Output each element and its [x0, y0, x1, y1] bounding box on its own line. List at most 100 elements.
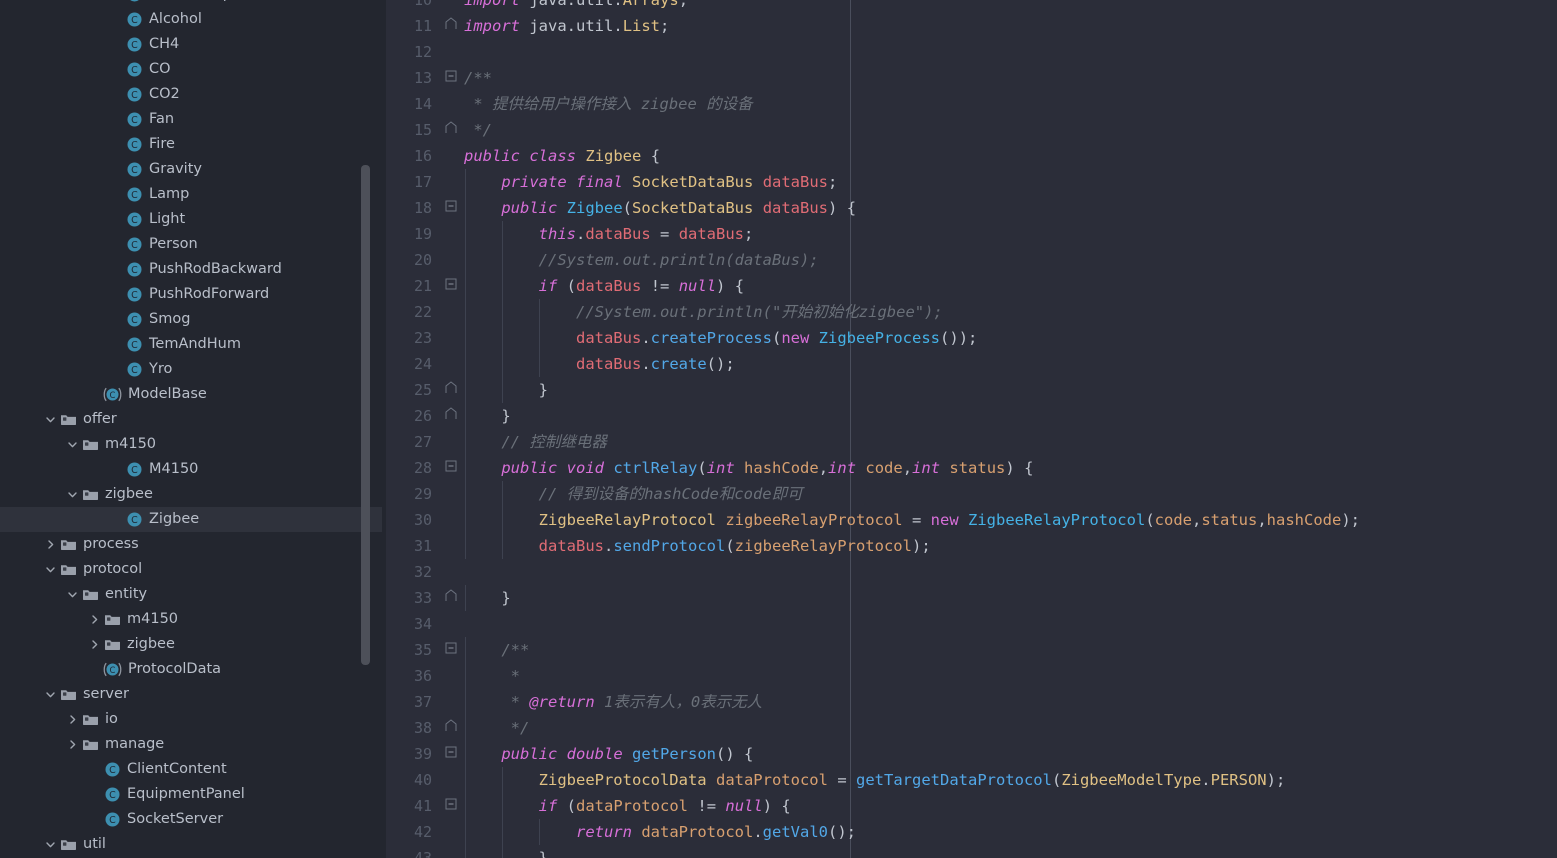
chevron-down-icon[interactable] — [44, 688, 57, 701]
sidebar-scrollbar-track[interactable] — [361, 0, 378, 858]
chevron-down-icon[interactable] — [66, 438, 79, 451]
code-line[interactable]: 21 if (dataBus != null) { — [386, 273, 1557, 299]
chevron-down-icon[interactable] — [44, 413, 57, 426]
tree-item-zigbee[interactable]: zigbee — [0, 482, 386, 507]
code-line[interactable]: 43 } — [386, 845, 1557, 858]
chevron-down-icon[interactable] — [44, 563, 57, 576]
fold-collapse-icon[interactable] — [444, 65, 462, 91]
code-line[interactable]: 17 private final SocketDataBus dataBus; — [386, 169, 1557, 195]
tree-item-zigbee[interactable]: C Zigbee — [0, 507, 386, 532]
code-line[interactable]: 15 */ — [386, 117, 1557, 143]
code-line[interactable]: 39 public double getPerson() { — [386, 741, 1557, 767]
chevron-down-icon[interactable] — [66, 588, 79, 601]
code-line[interactable]: 13 /** — [386, 65, 1557, 91]
code-line[interactable]: 19 this.dataBus = dataBus; — [386, 221, 1557, 247]
tree-item-protocol[interactable]: protocol — [0, 557, 386, 582]
fold-expand-end-icon[interactable] — [444, 403, 462, 429]
code-line[interactable]: 24 dataBus.create(); — [386, 351, 1557, 377]
code-line[interactable]: 33 } — [386, 585, 1557, 611]
tree-item-fire[interactable]: C Fire — [0, 132, 386, 157]
tree-item-alarmlamp[interactable]: C AlarmLamp — [0, 0, 386, 7]
fold-collapse-icon[interactable] — [444, 455, 462, 481]
fold-expand-end-icon[interactable] — [444, 585, 462, 611]
project-tool-window[interactable]: CAlarmLampCAlcoholCCH4CCOCCO2CFanCFireCG… — [0, 0, 386, 858]
tree-item-equipmentpanel[interactable]: C EquipmentPanel — [0, 782, 386, 807]
tree-item-lamp[interactable]: C Lamp — [0, 182, 386, 207]
tree-item-light[interactable]: C Light — [0, 207, 386, 232]
chevron-right-icon[interactable] — [44, 538, 57, 551]
code-line[interactable]: 28 public void ctrlRelay(int hashCode,in… — [386, 455, 1557, 481]
chevron-down-icon[interactable] — [66, 488, 79, 501]
code-line[interactable]: 16 public class Zigbee { — [386, 143, 1557, 169]
project-tree[interactable]: CAlarmLampCAlcoholCCH4CCOCCO2CFanCFireCG… — [0, 0, 386, 857]
code-line[interactable]: 40 ZigbeeProtocolData dataProtocol = get… — [386, 767, 1557, 793]
tree-item-temandhum[interactable]: C TemAndHum — [0, 332, 386, 357]
code-line[interactable]: 11 import java.util.List; — [386, 13, 1557, 39]
tree-item-protocoldata[interactable]: C ProtocolData — [0, 657, 386, 682]
code-line[interactable]: 35 /** — [386, 637, 1557, 663]
tree-item-clientcontent[interactable]: C ClientContent — [0, 757, 386, 782]
fold-expand-end-icon[interactable] — [444, 715, 462, 741]
tree-item-pushrodbackward[interactable]: C PushRodBackward — [0, 257, 386, 282]
code-line[interactable]: 12 — [386, 39, 1557, 65]
tree-item-util[interactable]: util — [0, 832, 386, 857]
code-line[interactable]: 42 return dataProtocol.getVal0(); — [386, 819, 1557, 845]
fold-expand-end-icon[interactable] — [444, 117, 462, 143]
code-line[interactable]: 37 * @return 1表示有人，0表示无人 — [386, 689, 1557, 715]
tree-item-co2[interactable]: C CO2 — [0, 82, 386, 107]
code-line[interactable]: 30 ZigbeeRelayProtocol zigbeeRelayProtoc… — [386, 507, 1557, 533]
code-line[interactable]: 27 // 控制继电器 — [386, 429, 1557, 455]
editor-content[interactable]: 10 import java.util.Arrays; 11 import java.… — [386, 0, 1557, 858]
tree-item-alcohol[interactable]: C Alcohol — [0, 7, 386, 32]
code-line[interactable]: 41 if (dataProtocol != null) { — [386, 793, 1557, 819]
fold-collapse-icon[interactable] — [444, 741, 462, 767]
tree-item-modelbase[interactable]: C ModelBase — [0, 382, 386, 407]
chevron-right-icon[interactable] — [66, 738, 79, 751]
tree-item-manage[interactable]: manage — [0, 732, 386, 757]
fold-collapse-icon[interactable] — [444, 637, 462, 663]
tree-item-server[interactable]: server — [0, 682, 386, 707]
code-line[interactable]: 32 — [386, 559, 1557, 585]
code-line[interactable]: 25 } — [386, 377, 1557, 403]
fold-collapse-icon[interactable] — [444, 793, 462, 819]
tree-item-io[interactable]: io — [0, 707, 386, 732]
code-line[interactable]: 22 //System.out.println("开始初始化zigbee"); — [386, 299, 1557, 325]
tree-item-m4150[interactable]: m4150 — [0, 607, 386, 632]
sidebar-scrollbar-thumb[interactable] — [361, 165, 370, 665]
code-editor[interactable]: 10 import java.util.Arrays; 11 import java.… — [386, 0, 1557, 858]
tree-item-process[interactable]: process — [0, 532, 386, 557]
code-line[interactable]: 14 * 提供给用户操作接入 zigbee 的设备 — [386, 91, 1557, 117]
fold-expand-end-icon[interactable] — [444, 13, 462, 39]
tree-item-gravity[interactable]: C Gravity — [0, 157, 386, 182]
chevron-right-icon[interactable] — [88, 638, 101, 651]
tree-item-yro[interactable]: C Yro — [0, 357, 386, 382]
tree-item-entity[interactable]: entity — [0, 582, 386, 607]
tree-item-smog[interactable]: C Smog — [0, 307, 386, 332]
fold-collapse-icon[interactable] — [444, 195, 462, 221]
tree-item-zigbee[interactable]: zigbee — [0, 632, 386, 657]
fold-collapse-icon[interactable] — [444, 273, 462, 299]
code-line[interactable]: 34 — [386, 611, 1557, 637]
tree-item-socketserver[interactable]: C SocketServer — [0, 807, 386, 832]
chevron-right-icon[interactable] — [66, 713, 79, 726]
chevron-right-icon[interactable] — [88, 613, 101, 626]
code-line[interactable]: 31 dataBus.sendProtocol(zigbeeRelayProto… — [386, 533, 1557, 559]
tree-item-ch4[interactable]: C CH4 — [0, 32, 386, 57]
tree-item-m4150[interactable]: C M4150 — [0, 457, 386, 482]
code-line[interactable]: 36 * — [386, 663, 1557, 689]
tree-item-person[interactable]: C Person — [0, 232, 386, 257]
code-line[interactable]: 38 */ — [386, 715, 1557, 741]
tree-item-offer[interactable]: offer — [0, 407, 386, 432]
tree-item-co[interactable]: C CO — [0, 57, 386, 82]
chevron-down-icon[interactable] — [44, 838, 57, 851]
code-line[interactable]: 18 public Zigbee(SocketDataBus dataBus) … — [386, 195, 1557, 221]
tree-item-fan[interactable]: C Fan — [0, 107, 386, 132]
tree-item-pushrodforward[interactable]: C PushRodForward — [0, 282, 386, 307]
code-line[interactable]: 20 //System.out.println(dataBus); — [386, 247, 1557, 273]
code-line[interactable]: 26 } — [386, 403, 1557, 429]
tree-item-m4150[interactable]: m4150 — [0, 432, 386, 457]
code-line[interactable]: 29 // 得到设备的hashCode和code即可 — [386, 481, 1557, 507]
code-line[interactable]: 10 import java.util.Arrays; — [386, 0, 1557, 13]
code-line[interactable]: 23 dataBus.createProcess(new ZigbeeProce… — [386, 325, 1557, 351]
fold-expand-end-icon[interactable] — [444, 377, 462, 403]
